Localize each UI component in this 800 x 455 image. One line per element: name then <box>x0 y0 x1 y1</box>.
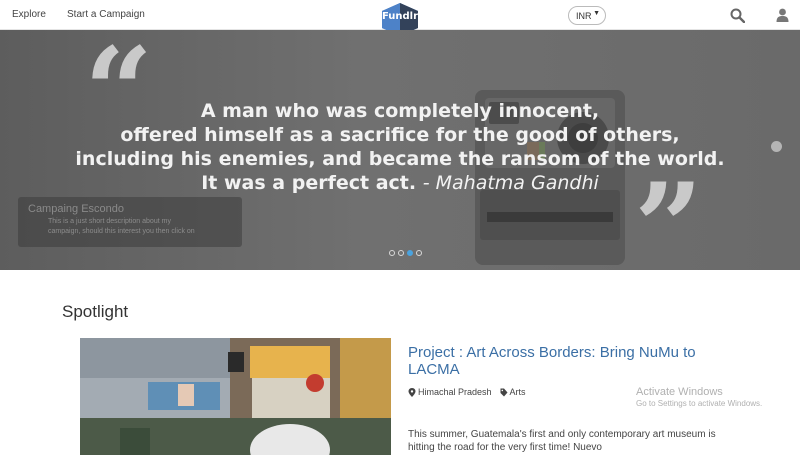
carousel-dot[interactable] <box>398 250 404 256</box>
nav-start-campaign-link[interactable]: Start a Campaign <box>67 9 145 20</box>
carousel-dot[interactable] <box>389 250 395 256</box>
category-tag[interactable]: Arts <box>500 387 526 397</box>
quote-line: offered himself as a sacrifice for the g… <box>120 124 680 146</box>
project-meta: Himachal Pradesh Arts <box>408 387 526 397</box>
project-excerpt: This summer, Guatemala's first and only … <box>408 429 716 453</box>
quote-line-last: It was a perfect act. - Mahatma Gandhi <box>60 171 740 195</box>
search-icon[interactable] <box>730 8 745 23</box>
campaign-caption-box[interactable]: Campaing Escondo This is a just short de… <box>18 197 242 247</box>
currency-value: INR <box>576 11 592 21</box>
windows-activation-watermark: Activate Windows Go to Settings to activ… <box>636 386 762 408</box>
map-marker-icon <box>408 387 416 397</box>
campaign-desc-line: This is a just short description about m… <box>48 218 171 225</box>
carousel-next-button[interactable] <box>771 141 782 152</box>
quote-line: It was a perfect act. <box>201 172 417 194</box>
spotlight-heading: Spotlight <box>62 302 129 321</box>
tag-icon <box>500 388 508 396</box>
campaign-caption-desc: This is a just short description about m… <box>28 217 232 237</box>
hero-carousel: “ ” A man who was completely innocent, o… <box>0 30 800 270</box>
campaign-caption-title: Campaing Escondo <box>28 203 125 215</box>
project-title-link[interactable]: Project : Art Across Borders: Bring NuMu… <box>408 344 728 378</box>
currency-select[interactable]: INR ▼ <box>568 6 606 25</box>
campaign-desc-line: campaign, should this interest you then … <box>48 228 195 235</box>
top-navbar: Explore Start a Campaign Fundlr INR ▼ <box>0 0 800 36</box>
quote-line: A man who was completely innocent, <box>200 100 600 122</box>
quote-line: including his enemies, and became the ra… <box>75 148 725 170</box>
hero-quote: A man who was completely innocent, offer… <box>60 99 740 195</box>
carousel-indicators <box>389 250 422 256</box>
nav-explore-link[interactable]: Explore <box>12 9 46 20</box>
quote-author: - Mahatma Gandhi <box>422 172 599 194</box>
location-tag[interactable]: Himachal Pradesh <box>408 387 492 397</box>
project-image[interactable] <box>80 338 391 455</box>
location-label: Himachal Pradesh <box>418 387 492 397</box>
carousel-dot[interactable] <box>416 250 422 256</box>
caret-down-icon: ▼ <box>593 10 600 17</box>
watermark-title: Activate Windows <box>636 386 723 398</box>
user-icon[interactable] <box>776 8 789 22</box>
watermark-subtitle: Go to Settings to activate Windows. <box>636 399 763 408</box>
category-label: Arts <box>509 387 526 397</box>
logo-text: Fundlr <box>381 11 419 22</box>
carousel-dot-active[interactable] <box>407 250 413 256</box>
